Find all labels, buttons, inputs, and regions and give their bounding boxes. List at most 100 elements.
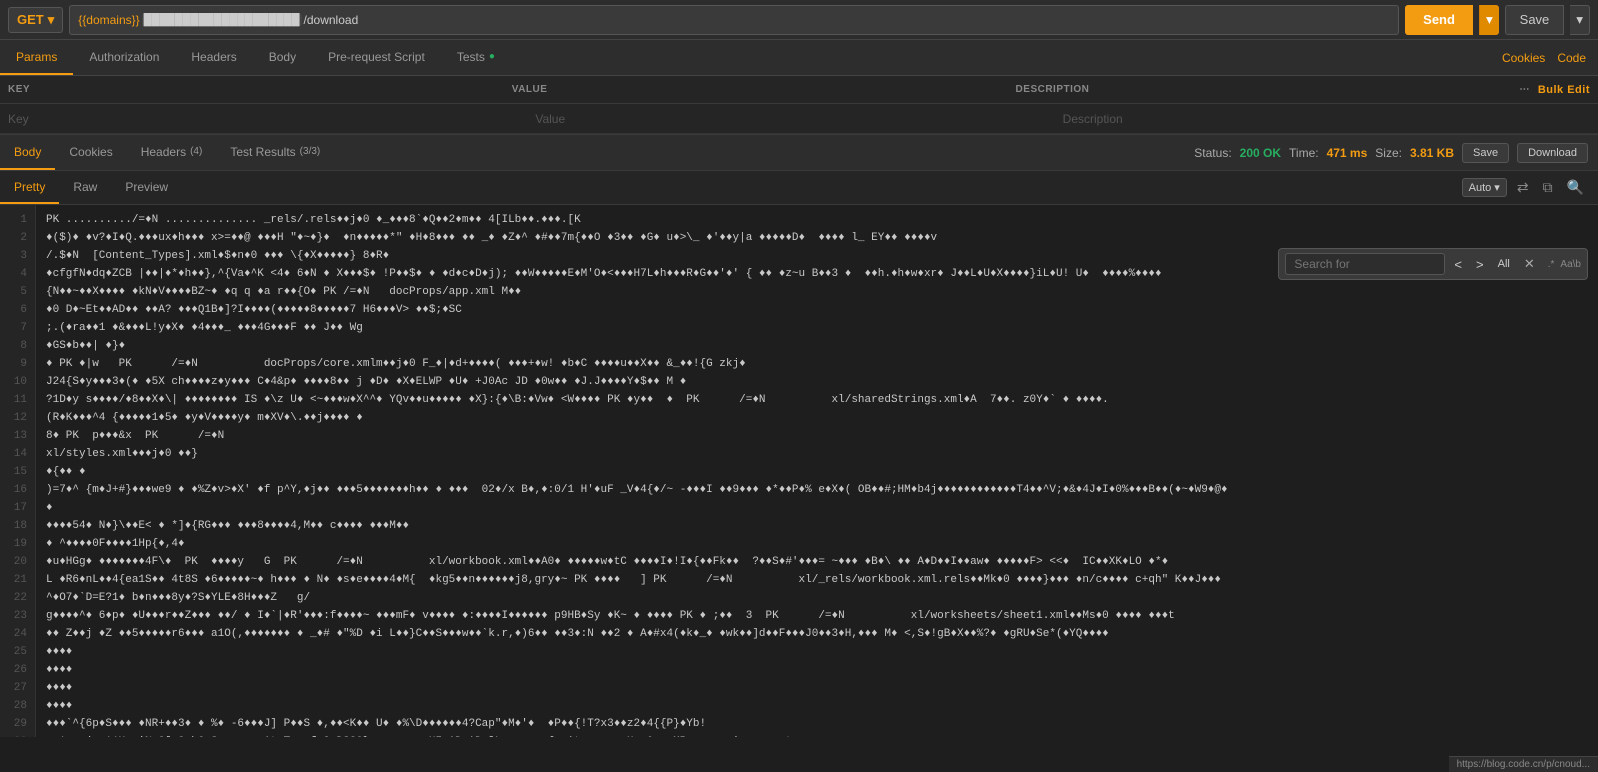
headers-count: (4) — [190, 146, 202, 157]
line-number: 3 — [8, 247, 27, 265]
url-domain: {{domains}} — [78, 13, 139, 27]
code-line: ♦ — [46, 499, 1588, 517]
line-number: 25 — [8, 643, 27, 661]
body-tabs-row: Body Cookies Headers (4) Test Results (3… — [0, 135, 1598, 171]
line-number: 13 — [8, 427, 27, 445]
search-case-label: Aa\b — [1560, 259, 1581, 270]
body-tab-cookies[interactable]: Cookies — [55, 135, 126, 170]
code-link[interactable]: Code — [1557, 51, 1586, 65]
line-number: 28 — [8, 697, 27, 715]
more-icon[interactable]: ⋯ — [1519, 84, 1530, 95]
save-dropdown-button[interactable]: ▾ — [1570, 5, 1590, 35]
line-number: 6 — [8, 301, 27, 319]
test-results-count: (3/3) — [300, 146, 321, 157]
line-number: 10 — [8, 373, 27, 391]
line-number: 27 — [8, 679, 27, 697]
bulk-edit-button[interactable]: Bulk Edit — [1538, 84, 1590, 96]
code-line: ♦u♦HGg♦ ♦♦♦♦♦♦♦4F\♦ PK ♦♦♦♦y G PK /=♦N x… — [46, 553, 1588, 571]
response-download-button[interactable]: Download — [1517, 143, 1588, 163]
format-tab-preview[interactable]: Preview — [111, 171, 182, 204]
code-line: ^♦O7♦`D=E?1♦ b♦n♦♦♦8y♦?S♦YLE♦8H♦♦♦Z g/ — [46, 589, 1588, 607]
response-save-button[interactable]: Save — [1462, 143, 1509, 163]
code-line: ♦♦ Z♦♦j ♦Z ♦♦5♦♦♦♦♦r6♦♦♦ a1O(,♦♦♦♦♦♦♦ ♦ … — [46, 625, 1588, 643]
line-number: 17 — [8, 499, 27, 517]
bottom-bar: https://blog.code.cn/p/cnoud... — [1449, 756, 1598, 772]
code-content[interactable]: PK ........../=♦N .............. _rels/.… — [36, 205, 1598, 737]
line-number: 20 — [8, 553, 27, 571]
tab-authorization[interactable]: Authorization — [73, 40, 175, 75]
params-row — [0, 104, 1598, 134]
line-number: 12 — [8, 409, 27, 427]
desc-col-header: DESCRIPTION — [1016, 84, 1520, 95]
search-prev-button[interactable]: < — [1449, 255, 1467, 274]
status-value: 200 OK — [1240, 146, 1281, 160]
line-number: 8 — [8, 337, 27, 355]
code-line: ♦GS♦b♦♦| ♦}♦ — [46, 337, 1588, 355]
resp-tabs-right: Auto ▾ ⇄ ⧉ 🔍 — [1462, 177, 1598, 198]
search-close-button[interactable]: ✕ — [1519, 254, 1540, 274]
cookies-link[interactable]: Cookies — [1502, 51, 1545, 65]
line-number: 26 — [8, 661, 27, 679]
line-number: 9 — [8, 355, 27, 373]
search-input[interactable] — [1285, 253, 1445, 275]
method-label: GET — [17, 12, 44, 27]
search-next-button[interactable]: > — [1471, 255, 1489, 274]
body-tab-test-results[interactable]: Test Results (3/3) — [216, 135, 334, 170]
tab-headers[interactable]: Headers — [175, 40, 252, 75]
code-line: 8♦ PK p♦♦♦&x PK /=♦N — [46, 427, 1588, 445]
code-line: ♦♦♦♦ — [46, 661, 1588, 679]
code-line: L ♦R6♦nL♦♦4{ea1S♦♦ 4t8S ♦6♦♦♦♦♦~♦ h♦♦♦ ♦… — [46, 571, 1588, 589]
search-regex-label: .* — [1548, 259, 1555, 270]
value-col-header: VALUE — [512, 84, 1016, 95]
body-tabs-right-area: Status: 200 OK Time: 471 ms Size: 3.81 K… — [1194, 143, 1598, 163]
send-dropdown-button[interactable]: ▾ — [1479, 5, 1499, 35]
wrap-icon[interactable]: ⇄ — [1513, 177, 1533, 198]
line-number: 15 — [8, 463, 27, 481]
tab-body[interactable]: Body — [253, 40, 312, 75]
search-all-button[interactable]: All — [1493, 256, 1515, 272]
time-value: 471 ms — [1327, 146, 1368, 160]
body-tab-headers[interactable]: Headers (4) — [127, 135, 217, 170]
code-line: ♦{♦♦ ♦ — [46, 463, 1588, 481]
line-number: 29 — [8, 715, 27, 733]
url-masked: ████████████████████ — [142, 14, 302, 26]
params-header-actions: ⋯ Bulk Edit — [1519, 84, 1590, 96]
top-bar: GET ▾ {{domains}} ████████████████████ /… — [0, 0, 1598, 40]
line-number: 1 — [8, 211, 27, 229]
search-icon[interactable]: 🔍 — [1563, 177, 1588, 198]
code-line: ♦♦♦♦ — [46, 679, 1588, 697]
code-line: {N♦♦~♦♦X♦♦♦♦ ♦kN♦V♦♦♦♦BZ~♦ ♦q q ♦a r♦♦{O… — [46, 283, 1588, 301]
code-line: ♦♦♦`^{6p♦S♦♦♦ ♦NR+♦♦3♦ ♦ %♦ -6♦♦♦J] P♦♦S… — [46, 715, 1588, 733]
line-number: 19 — [8, 535, 27, 553]
code-line: ♦♦♦♦54♦ N♦}\♦♦E< ♦ *]♦{RG♦♦♦ ♦♦♦8♦♦♦♦4,M… — [46, 517, 1588, 535]
tab-params[interactable]: Params — [0, 40, 73, 75]
value-input[interactable] — [535, 112, 1062, 126]
size-value: 3.81 KB — [1410, 146, 1454, 160]
tab-tests[interactable]: Tests ● — [441, 40, 511, 75]
tabs-right: Cookies Code — [1502, 51, 1598, 65]
code-line: ♦♦! ♦♦j ♦!1U<♦'%♦8[♦8♦bC♦S♦g♦♦♦♦♦At;T ♦ … — [46, 733, 1588, 737]
format-tab-raw[interactable]: Raw — [59, 171, 111, 204]
format-selector[interactable]: Auto ▾ — [1462, 178, 1507, 197]
url-suffix: /download — [304, 13, 359, 27]
save-button[interactable]: Save — [1505, 5, 1565, 35]
line-number: 22 — [8, 589, 27, 607]
code-area: 1234567891011121314151617181920212223242… — [0, 205, 1598, 737]
body-tab-body[interactable]: Body — [0, 135, 55, 170]
line-number: 11 — [8, 391, 27, 409]
code-line: ♦♦♦♦ — [46, 697, 1588, 715]
line-number: 30 — [8, 733, 27, 737]
key-input[interactable] — [8, 112, 535, 126]
description-input[interactable] — [1063, 112, 1590, 126]
copy-icon[interactable]: ⧉ — [1539, 177, 1557, 198]
format-tab-pretty[interactable]: Pretty — [0, 171, 59, 204]
send-button[interactable]: Send — [1405, 5, 1473, 35]
bottom-url: https://blog.code.cn/p/cnoud... — [1457, 759, 1590, 770]
params-table: KEY VALUE DESCRIPTION ⋯ Bulk Edit — [0, 76, 1598, 135]
line-number: 16 — [8, 481, 27, 499]
line-number: 14 — [8, 445, 27, 463]
line-numbers: 1234567891011121314151617181920212223242… — [0, 205, 36, 737]
method-selector[interactable]: GET ▾ — [8, 7, 63, 33]
tab-pre-request[interactable]: Pre-request Script — [312, 40, 441, 75]
code-line: ?1D♦y s♦♦♦♦/♦8♦♦X♦\| ♦♦♦♦♦♦♦♦ IS ♦\z U♦ … — [46, 391, 1588, 409]
